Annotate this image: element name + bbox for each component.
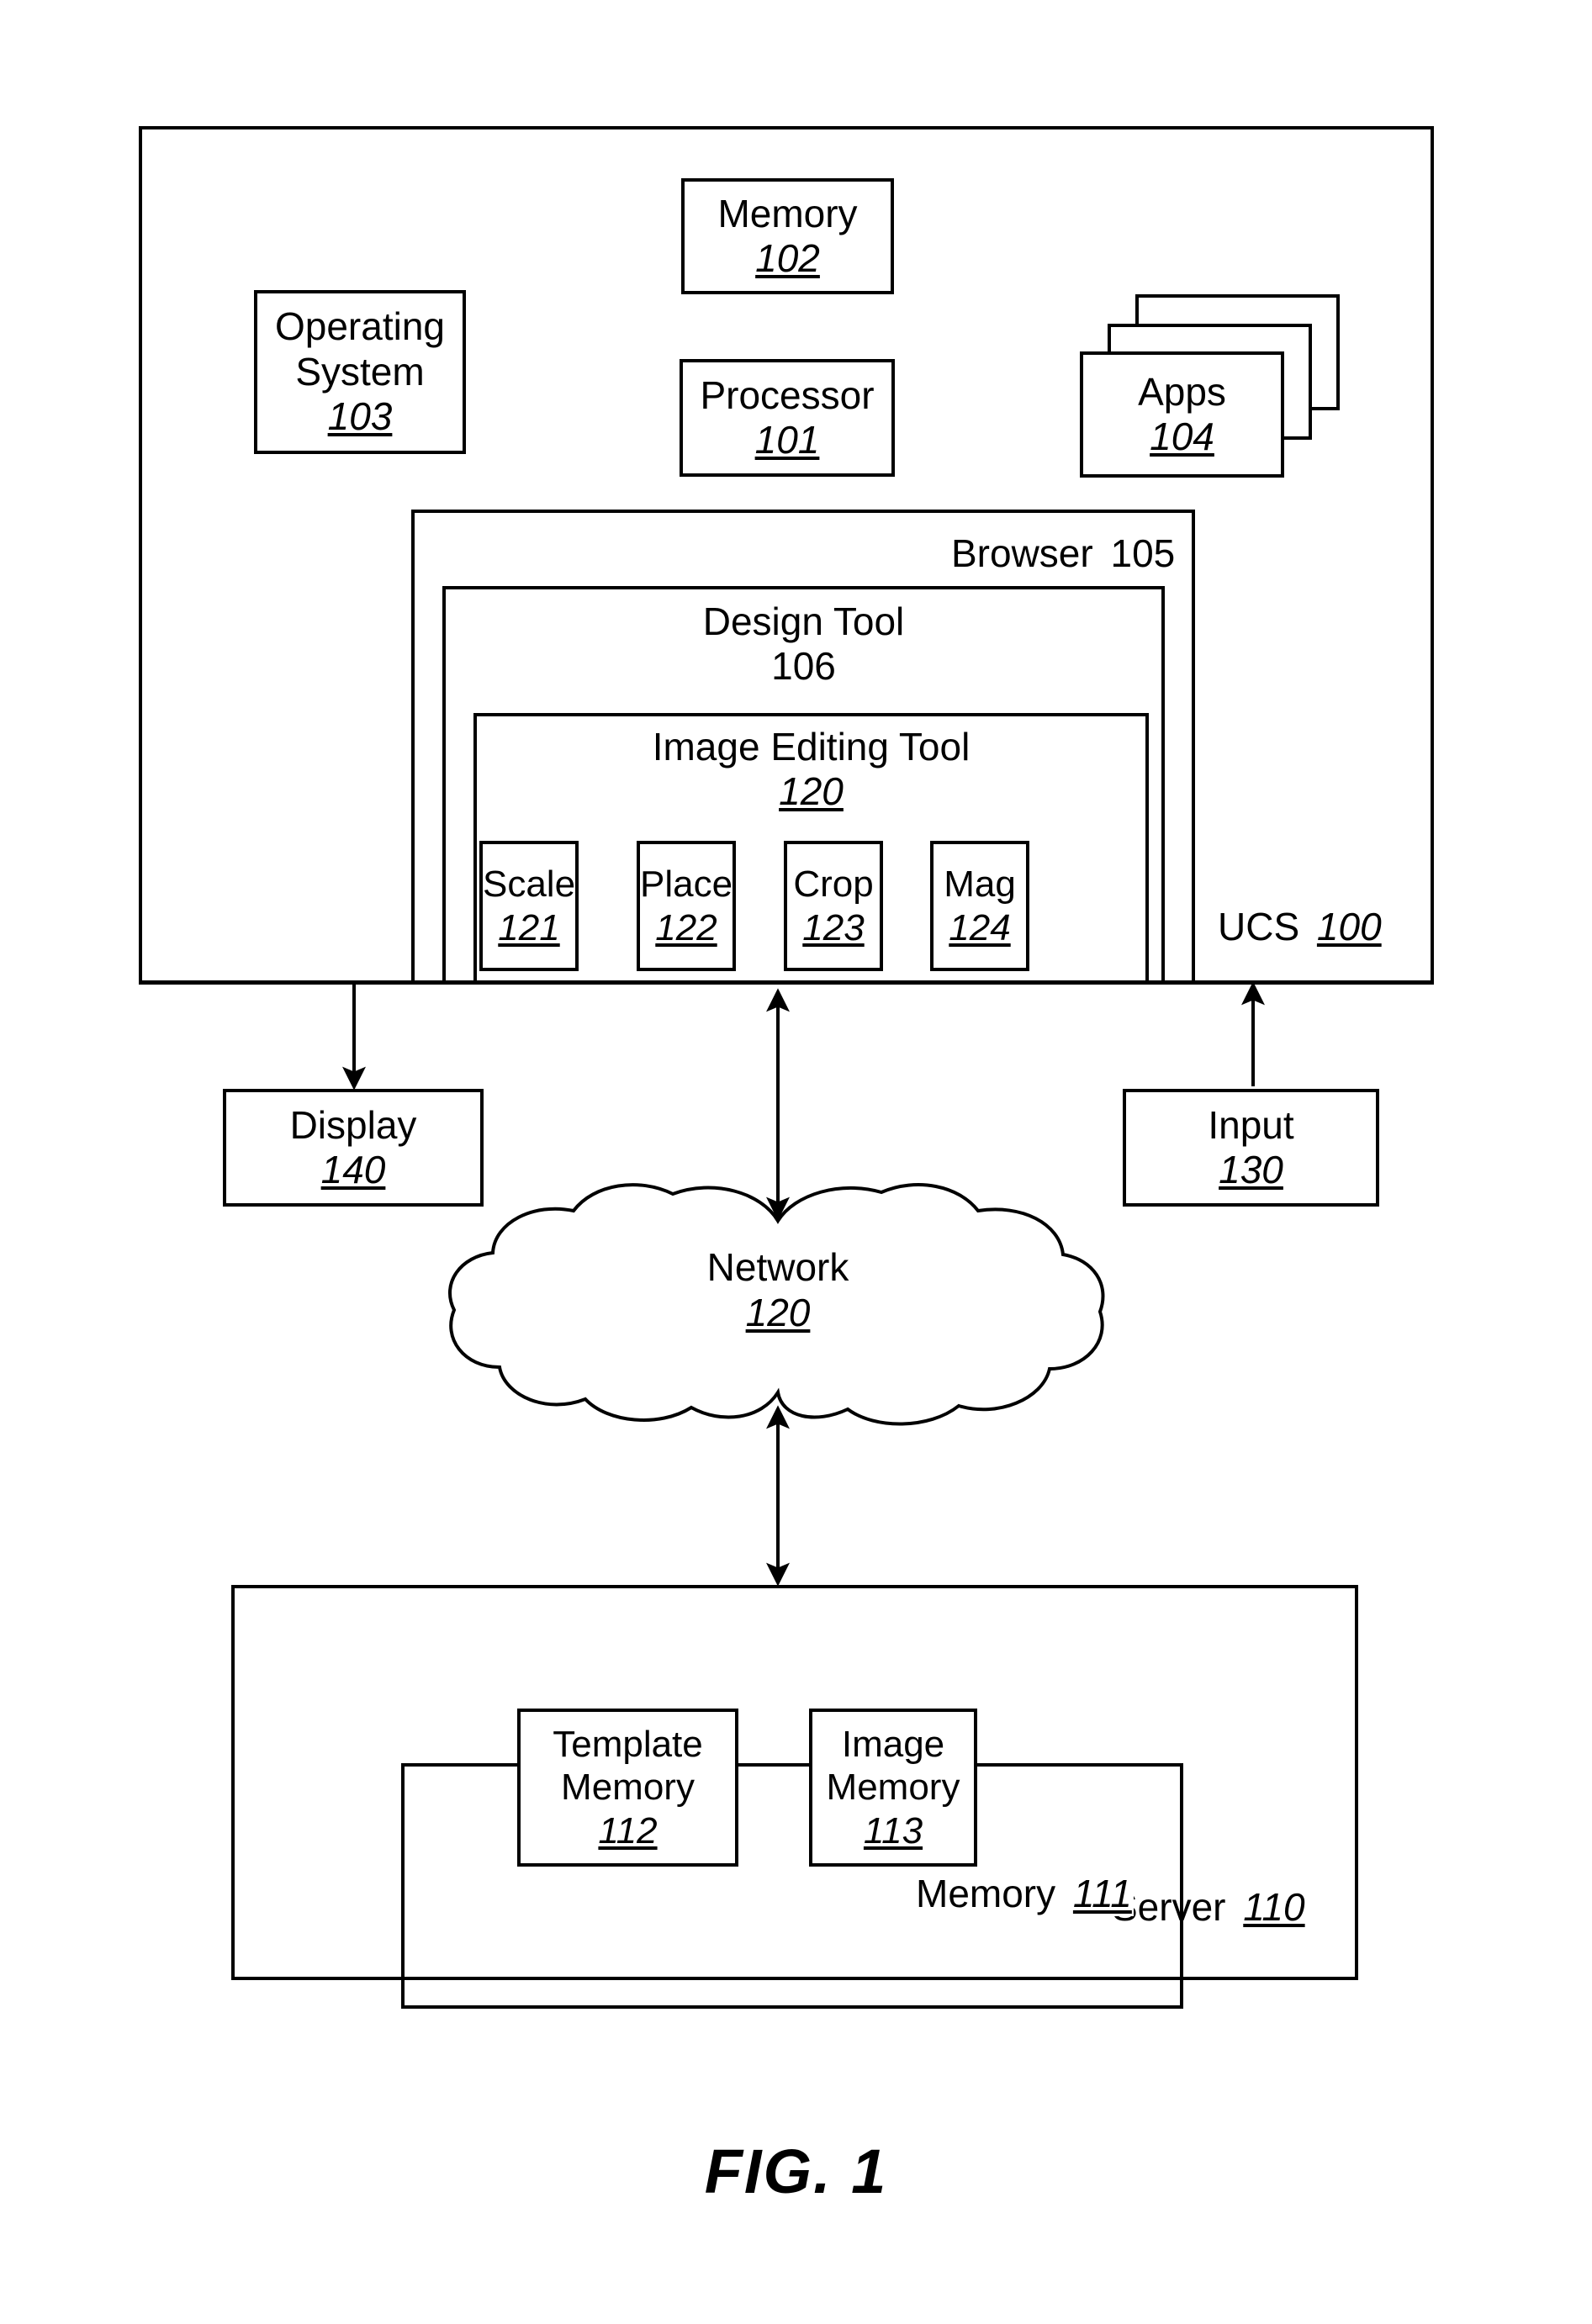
tool-mag-124-box[interactable]: Mag 124 [930, 841, 1029, 971]
input-ref: 130 [1219, 1148, 1283, 1191]
figure-page: UCS 100 Memory 102 Operating System 103 … [0, 0, 1592, 2324]
tool-crop-123-box[interactable]: Crop 123 [784, 841, 883, 971]
operating-system-label-line1: Operating [274, 304, 445, 349]
input-130-box[interactable]: Input 130 [1123, 1089, 1379, 1207]
browser-label-text: Browser [951, 531, 1093, 575]
tool-crop-ref: 123 [802, 906, 865, 948]
display-ref: 140 [320, 1148, 386, 1191]
ucs-label: UCS 100 [1218, 904, 1382, 949]
browser-ref: 105 [1110, 531, 1176, 575]
ucs-bottom-edge [139, 980, 1434, 985]
tool-place-ref: 122 [655, 906, 717, 948]
design-tool-label: Design Tool [702, 599, 905, 643]
image-memory-113-box[interactable]: Image Memory 113 [809, 1709, 977, 1867]
template-memory-label-line1: Template [553, 1724, 703, 1766]
memory-102-ref: 102 [755, 236, 820, 280]
image-memory-ref: 113 [863, 1809, 923, 1851]
network-label: Network [706, 1245, 849, 1289]
server-memory-label-text: Memory [916, 1872, 1056, 1915]
image-editing-tool-label: Image Editing Tool [652, 725, 971, 769]
operating-system-label-line2: System [295, 349, 425, 393]
template-memory-ref: 112 [598, 1809, 658, 1851]
ucs-ref: 100 [1316, 905, 1382, 948]
server-memory-ref: 111 [1072, 1872, 1132, 1915]
apps-label: Apps [1138, 369, 1226, 414]
tool-scale-label: Scale [482, 864, 576, 906]
memory-102-box[interactable]: Memory 102 [681, 178, 894, 294]
display-label: Display [289, 1102, 417, 1147]
tool-mag-label: Mag [944, 864, 1016, 906]
network-ref: 120 [745, 1291, 811, 1334]
image-memory-label-line1: Image [841, 1724, 945, 1766]
server-memory-label: Memory 111 [914, 1871, 1134, 1916]
image-memory-label-line2: Memory [826, 1767, 960, 1809]
browser-label: Browser 105 [951, 531, 1175, 576]
image-editing-tool-ref: 120 [779, 769, 844, 814]
tool-crop-label: Crop [793, 864, 874, 906]
processor-101-box[interactable]: Processor 101 [680, 359, 895, 477]
template-memory-112-box[interactable]: Template Memory 112 [517, 1709, 738, 1867]
design-tool-ref: 106 [771, 644, 836, 689]
network-cloud-label: Network 120 [610, 1244, 946, 1335]
tool-mag-ref: 124 [949, 906, 1011, 948]
memory-102-label: Memory [717, 191, 858, 235]
ucs-label-text: UCS [1218, 905, 1300, 948]
tool-scale-ref: 121 [498, 906, 560, 948]
operating-system-103-box[interactable]: Operating System 103 [254, 290, 466, 454]
input-label: Input [1208, 1102, 1294, 1147]
processor-label: Processor [700, 372, 875, 417]
operating-system-ref: 103 [327, 394, 393, 439]
server-ref: 110 [1243, 1885, 1305, 1929]
template-memory-label-line2: Memory [561, 1767, 695, 1809]
figure-caption: FIG. 1 [704, 2136, 888, 2206]
tool-place-122-box[interactable]: Place 122 [637, 841, 736, 971]
tool-place-label: Place [639, 864, 733, 906]
processor-ref: 101 [754, 418, 820, 462]
apps-ref: 104 [1150, 415, 1214, 458]
apps-104-box[interactable]: Apps 104 [1080, 351, 1284, 478]
display-140-box[interactable]: Display 140 [223, 1089, 484, 1207]
tool-scale-121-box[interactable]: Scale 121 [479, 841, 579, 971]
